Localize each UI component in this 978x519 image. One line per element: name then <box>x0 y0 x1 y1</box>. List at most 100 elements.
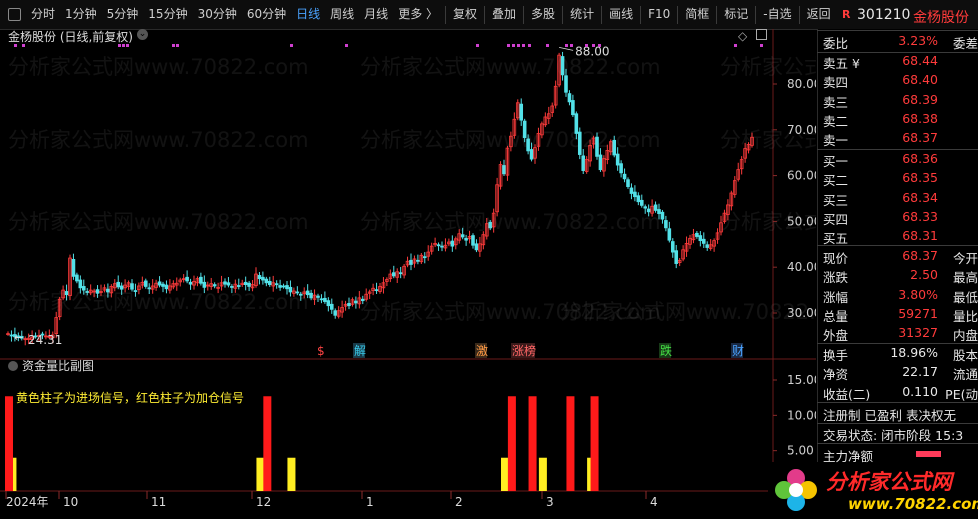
row-value: 3.23% <box>898 33 938 48</box>
row-extra: 最低 <box>952 289 978 305</box>
candle-body <box>639 199 644 206</box>
candle-body <box>619 163 623 174</box>
action-buttons: 复权 叠加 多股 统计 画线 F10 简框 标记 -自选 返回 <box>448 0 836 29</box>
logo-text: 分析家公式网 <box>826 470 952 494</box>
row-extra: 股本 <box>952 348 978 363</box>
row-extra: 最高 <box>952 270 978 286</box>
candle-body <box>106 288 110 293</box>
candle-body <box>319 298 324 301</box>
candle-body <box>698 235 703 242</box>
candle-body <box>143 280 148 287</box>
candle-body <box>374 289 379 292</box>
signal-dot <box>172 44 175 47</box>
sub-note: 黄色柱子为进场信号，红色柱子为加仓信号 <box>16 390 244 405</box>
weibi-row: 委比 3.23% 委差 <box>823 33 978 52</box>
candle-body <box>422 256 427 259</box>
signal-dot <box>512 44 515 47</box>
candle-body <box>212 284 217 287</box>
maximize-icon[interactable] <box>756 29 767 40</box>
action-button-1[interactable]: 叠加 <box>487 0 521 29</box>
candle-body <box>657 209 661 215</box>
period-tab-3[interactable]: 15分钟 <box>143 0 192 29</box>
red-signal-bar <box>566 396 575 491</box>
candle-body <box>236 285 241 287</box>
kline-chart[interactable]: 分析家公式网www.70822.com 分析家公式网www.70822.com 分析… <box>0 29 816 519</box>
period-tab-2[interactable]: 5分钟 <box>102 0 144 29</box>
candle-body <box>147 287 152 290</box>
row-label: 卖二 <box>823 113 849 129</box>
period-tab-0[interactable]: 分时 <box>26 0 60 29</box>
row-value: 18.96% <box>890 345 938 360</box>
candle-body <box>347 302 351 307</box>
y-tick-label: 80.00 <box>787 77 816 91</box>
candle-body <box>695 232 699 237</box>
sub-y-tick-label: 5.00 <box>787 444 814 458</box>
chevron-down-icon[interactable]: ⌄ <box>137 29 148 40</box>
diamond-icon[interactable]: ◇ <box>738 29 747 43</box>
period-tab-4[interactable]: 30分钟 <box>193 0 242 29</box>
candle-body <box>230 286 234 288</box>
candle-body <box>581 155 586 171</box>
stat-row: 涨跌 2.50 最高 <box>823 267 978 286</box>
y-tick-label: 40.00 <box>787 260 816 274</box>
buy-row: 买三 68.34 <box>823 190 978 209</box>
row-extra: 今开 <box>952 251 978 266</box>
action-button-2[interactable]: 多股 <box>526 0 560 29</box>
period-tab-1[interactable]: 1分钟 <box>60 0 102 29</box>
stock-name: 金杨股份 <box>913 10 969 26</box>
candle-body <box>116 281 121 288</box>
divider <box>817 423 978 424</box>
period-tab-8[interactable]: 月线 <box>359 0 393 29</box>
action-button-8[interactable]: -自选 <box>758 0 796 29</box>
candle-body <box>474 243 479 251</box>
candle-body <box>281 285 286 288</box>
row-value: 68.33 <box>902 208 938 224</box>
action-button-6[interactable]: 简框 <box>680 0 714 29</box>
signal-dot <box>585 44 588 47</box>
chart-canvas: 分析家公式网www.70822.com 分析家公式网www.70822.com 分析… <box>0 29 816 509</box>
candle-body <box>81 286 86 291</box>
candle-body <box>264 278 269 284</box>
candle-body <box>164 284 169 290</box>
divider <box>677 5 679 24</box>
watermark-text: 分析家公式网www.70822.com <box>360 55 661 79</box>
action-button-3[interactable]: 统计 <box>565 0 599 29</box>
candle-body <box>612 139 617 156</box>
stat-row: 总量 59271 量比 <box>823 306 978 325</box>
divider <box>640 5 642 24</box>
candle-body <box>636 195 641 203</box>
stat-row: 外盘 31327 内盘 <box>823 325 978 344</box>
candle-body <box>598 154 603 171</box>
stat-row: 涨幅 3.80% 最低 <box>823 287 978 306</box>
row-value: 68.31 <box>902 228 938 244</box>
row-value: 68.35 <box>902 170 938 186</box>
candle-body <box>243 281 248 286</box>
period-tab-5[interactable]: 60分钟 <box>242 0 291 29</box>
candle-body <box>398 272 403 275</box>
candle-body <box>416 259 420 262</box>
signal-dot <box>176 44 179 47</box>
divider <box>817 30 978 31</box>
flower-logo-icon <box>772 466 820 514</box>
candle-body <box>653 204 658 211</box>
action-button-9[interactable]: 返回 <box>802 0 836 29</box>
action-button-7[interactable]: 标记 <box>719 0 753 29</box>
yellow-signal-bar <box>501 457 509 491</box>
candle-body <box>75 274 79 282</box>
action-button-0[interactable]: 复权 <box>448 0 482 29</box>
action-button-4[interactable]: 画线 <box>604 0 638 29</box>
row-value: 68.40 <box>902 72 938 88</box>
candle-body <box>261 276 265 281</box>
row-label: 总量 <box>823 308 849 324</box>
period-tab-9[interactable]: 更多 〉 <box>393 0 443 29</box>
period-tab-6[interactable]: 日线 <box>291 0 325 29</box>
row-label: 委比 <box>823 36 849 51</box>
row-extra: 委差 <box>952 36 978 51</box>
yellow-signal-bar <box>256 457 265 491</box>
event-marker: 财 <box>732 344 744 358</box>
period-tab-7[interactable]: 周线 <box>325 0 359 29</box>
candle-body <box>529 149 534 160</box>
action-button-5[interactable]: F10 <box>643 0 675 29</box>
menu-icon[interactable] <box>8 8 21 21</box>
candle-body <box>295 291 300 294</box>
